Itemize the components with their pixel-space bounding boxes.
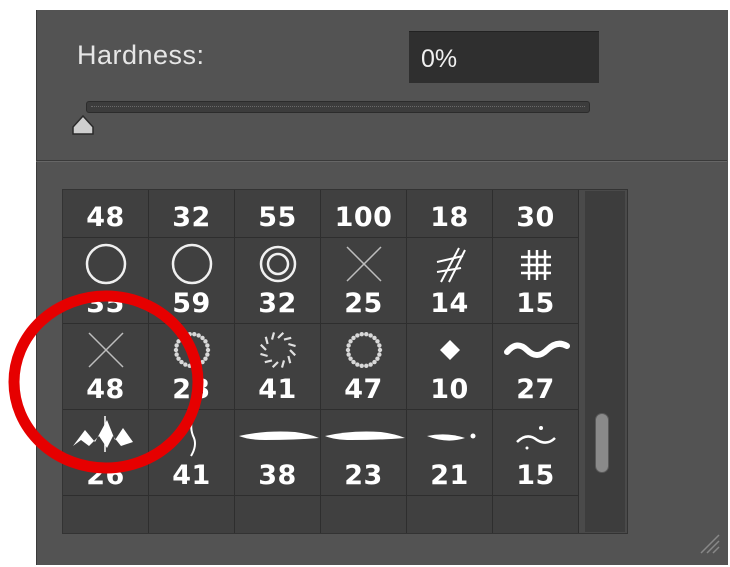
brush-size-label: 32	[172, 202, 211, 233]
brush-tip-cell[interactable]: 100	[321, 190, 407, 238]
brush-size-label: 14	[430, 288, 469, 319]
hardness-label: Hardness:	[77, 40, 205, 70]
brush-tip-cell[interactable]: 15	[493, 410, 579, 496]
brush-tip-cell[interactable]	[493, 496, 579, 533]
resize-grip-icon[interactable]	[697, 531, 721, 555]
brush-size-label: 21	[430, 460, 469, 491]
brush-tip-grid: 48 32 55 100 18 30 35 59 32 25 14 15 48 23 41 4…	[62, 189, 628, 534]
brush-size-label: 15	[516, 288, 555, 319]
brush-size-label: 23	[344, 460, 383, 491]
brush-tip-cell[interactable]: 55	[235, 190, 321, 238]
brush-tip-cell[interactable]: 18	[407, 190, 493, 238]
brush-tip-cell[interactable]: 48	[63, 324, 149, 410]
brush-tip-cell[interactable]: 48	[63, 190, 149, 238]
brush-size-label: 26	[86, 460, 125, 491]
brush-tip-cell[interactable]: 41	[235, 324, 321, 410]
brush-size-label: 10	[430, 374, 469, 405]
brush-size-label: 59	[172, 288, 211, 319]
brush-tip-cell[interactable]: 35	[63, 238, 149, 324]
brush-size-label: 38	[258, 460, 297, 491]
brush-size-label: 23	[172, 374, 211, 405]
brush-tip-cell[interactable]: 38	[235, 410, 321, 496]
brush-size-label: 27	[516, 374, 555, 405]
brush-tip-cell[interactable]: 26	[63, 410, 149, 496]
brush-size-label: 35	[86, 288, 125, 319]
brush-size-label: 18	[430, 202, 469, 233]
brush-tip-cell[interactable]: 25	[321, 238, 407, 324]
brush-size-label: 100	[334, 202, 393, 233]
section-divider	[36, 160, 727, 161]
brush-tip-cell[interactable]: 32	[235, 238, 321, 324]
brush-tip-cell[interactable]: 21	[407, 410, 493, 496]
brush-tip-cell[interactable]: 59	[149, 238, 235, 324]
brush-size-label: 32	[258, 288, 297, 319]
brush-size-label: 47	[344, 374, 383, 405]
brush-tip-cell[interactable]	[407, 496, 493, 533]
brush-tip-cell[interactable]	[149, 496, 235, 533]
brush-tip-cell[interactable]: 30	[493, 190, 579, 238]
hardness-input[interactable]: 0%	[409, 31, 599, 83]
brush-tip-cell[interactable]: 14	[407, 238, 493, 324]
brush-size-label: 48	[86, 374, 125, 405]
brush-size-label: 41	[258, 374, 297, 405]
brush-tip-cell[interactable]	[321, 496, 407, 533]
brush-tip-cell[interactable]: 47	[321, 324, 407, 410]
brush-tip-cell[interactable]: 23	[149, 324, 235, 410]
brush-tip-cell[interactable]: 41	[149, 410, 235, 496]
brush-tip-cell[interactable]	[63, 496, 149, 533]
brush-tip-cell[interactable]: 27	[493, 324, 579, 410]
brush-size-label: 48	[86, 202, 125, 233]
brush-grid-scrollbar[interactable]	[585, 191, 625, 532]
hardness-slider[interactable]	[86, 101, 590, 113]
brush-tip-cell[interactable]: 32	[149, 190, 235, 238]
brush-tip-cell[interactable]: 10	[407, 324, 493, 410]
scrollbar-thumb[interactable]	[595, 413, 609, 473]
brush-size-label: 41	[172, 460, 211, 491]
brush-size-label: 15	[516, 460, 555, 491]
brush-size-label: 55	[258, 202, 297, 233]
brush-tip-cell[interactable]: 23	[321, 410, 407, 496]
brush-size-label: 30	[516, 202, 555, 233]
brush-size-label: 25	[344, 288, 383, 319]
brush-tip-cell[interactable]	[235, 496, 321, 533]
brush-tip-cell[interactable]: 15	[493, 238, 579, 324]
